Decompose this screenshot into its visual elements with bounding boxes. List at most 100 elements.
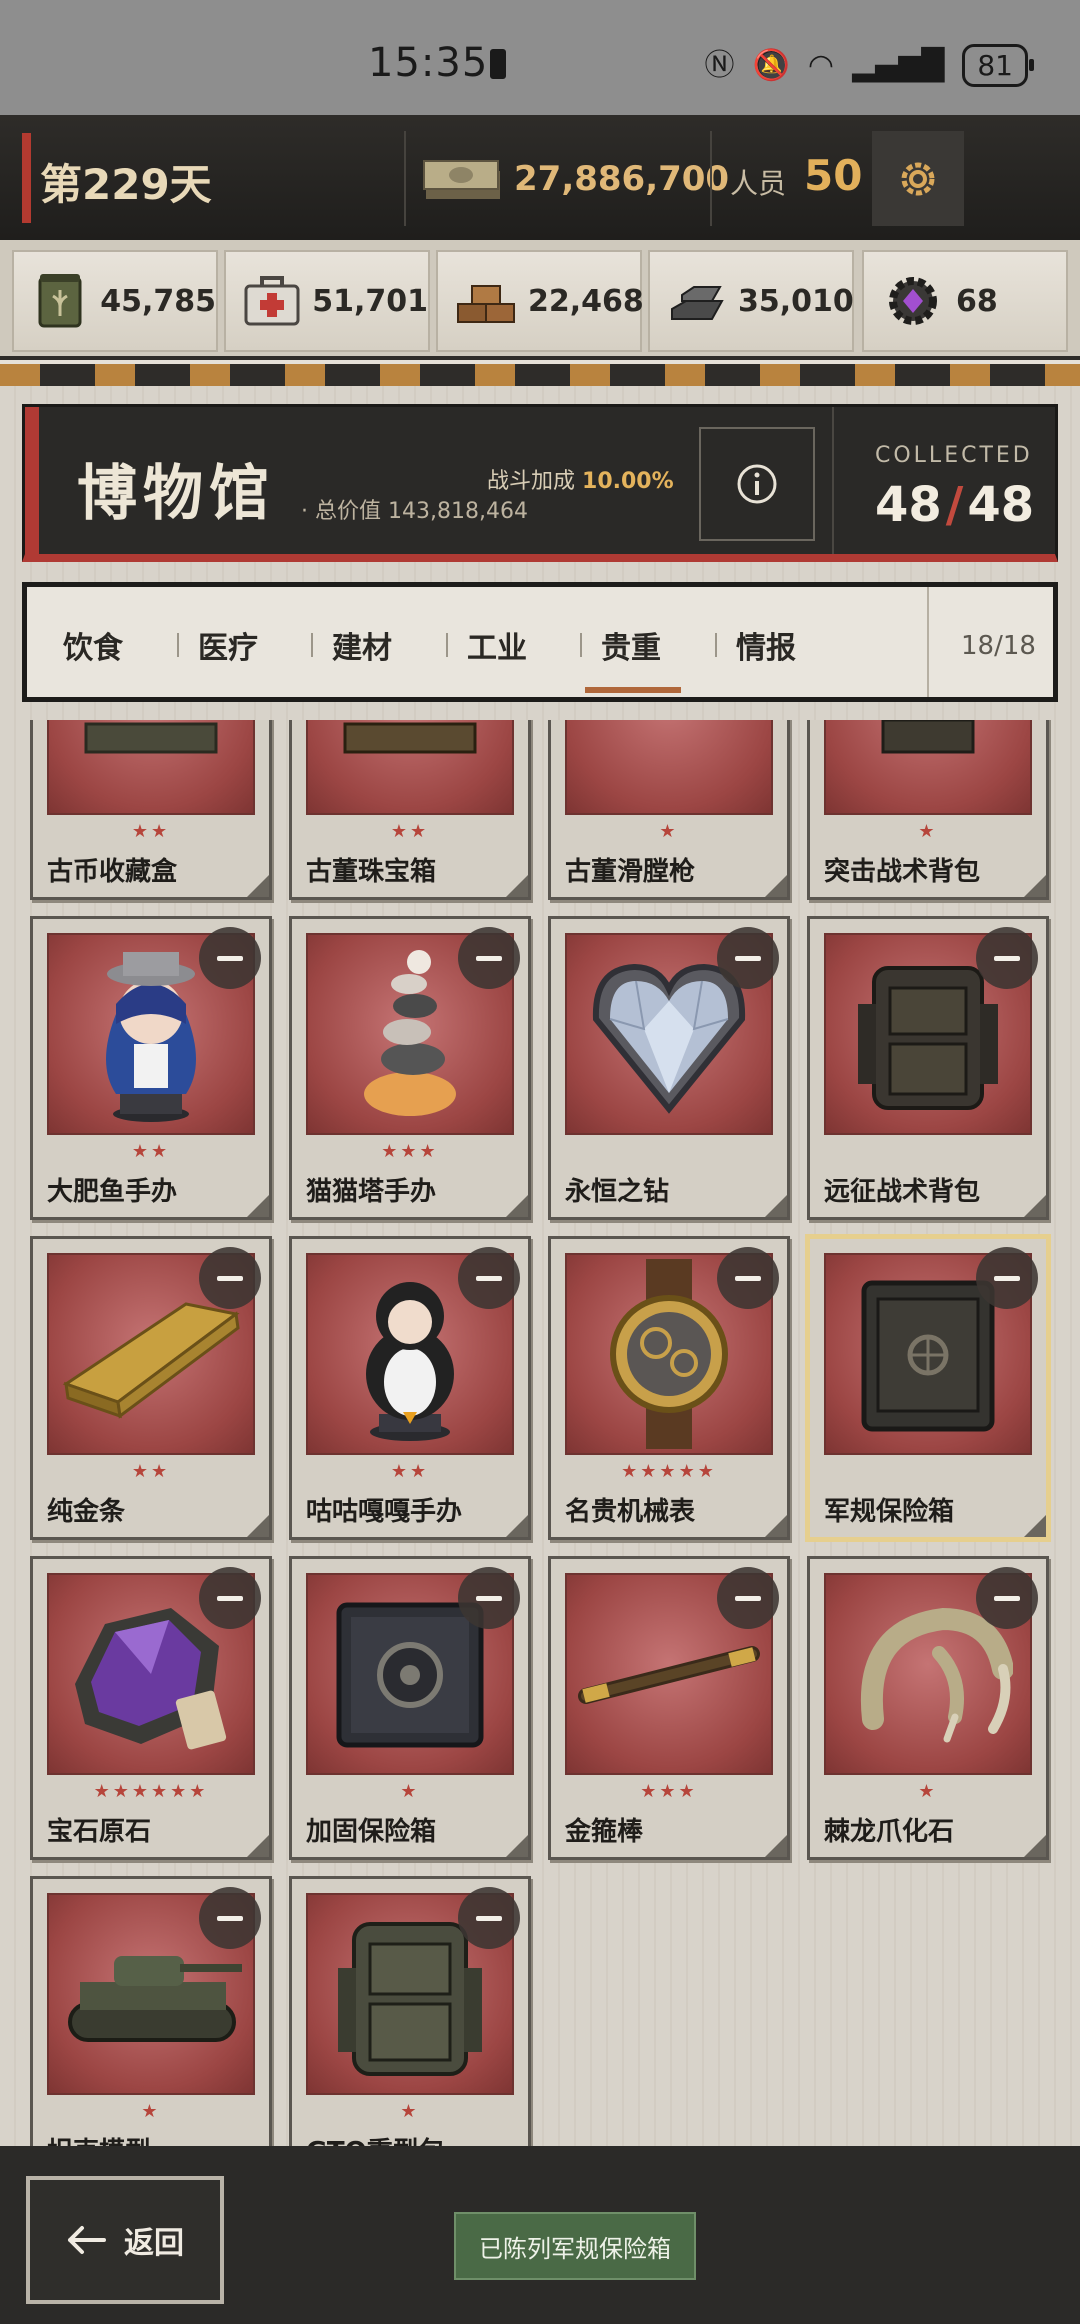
item-card[interactable]: ★★ 咕咕嘎嘎手办 — [289, 1236, 531, 1540]
item-card[interactable]: ★★★★★★ 宝石原石 — [30, 1556, 272, 1860]
rarity-stars: ★★ — [390, 1461, 430, 1482]
card-corner — [765, 875, 787, 897]
remove-button[interactable] — [458, 1887, 520, 1949]
item-name: 永恒之钻 — [565, 1177, 670, 1207]
info-button[interactable] — [699, 427, 815, 541]
bottom-bar: 返回 已陈列军规保险箱 — [0, 2146, 1080, 2324]
item-name: 大肥鱼手办 — [47, 1177, 178, 1207]
item-card[interactable]: 永恒之钻 — [548, 916, 790, 1220]
remove-button[interactable] — [717, 1567, 779, 1629]
remove-button[interactable] — [199, 1567, 261, 1629]
rarity-stars: ★★★★★ — [621, 1461, 717, 1482]
card-corner — [1024, 1835, 1046, 1857]
item-name: 加固保险箱 — [306, 1817, 437, 1847]
item-name: GTO重型包 — [306, 2131, 445, 2146]
resource-food: 45,785 — [12, 250, 218, 352]
tab-count: 18/18 — [961, 631, 1036, 661]
item-card[interactable]: ★ 棘龙爪化石 — [807, 1556, 1049, 1860]
toast-message: 已陈列军规保险箱 — [454, 2212, 696, 2280]
remove-button[interactable] — [717, 927, 779, 989]
item-card[interactable]: ★★★ 猫猫塔手办 — [289, 916, 531, 1220]
status-bar: 15:35 Ⓝ 🔕 ◠ ▂▄▆█ 81 — [0, 0, 1080, 115]
tab-food[interactable]: 饮食 — [63, 623, 123, 667]
item-name: 猫猫塔手办 — [306, 1177, 437, 1207]
item-name: 古董滑膛枪 — [565, 857, 696, 887]
back-label: 返回 — [124, 2226, 184, 2261]
item-card[interactable]: ★★ 大肥鱼手办 — [30, 916, 272, 1220]
divider — [177, 633, 179, 657]
tab-industry[interactable]: 工业 — [467, 623, 527, 667]
collected-current: 48 — [875, 477, 942, 533]
rarity-stars: ★ — [400, 1781, 420, 1802]
rarity-stars: ★ — [400, 2101, 420, 2122]
resource-value: 68 — [956, 283, 998, 319]
item-name: 突击战术背包 — [824, 857, 981, 887]
item-card[interactable]: ★★★ 金箍棒 — [548, 1556, 790, 1860]
item-card[interactable]: ★ 加固保险箱 — [289, 1556, 531, 1860]
item-name: 军规保险箱 — [824, 1497, 955, 1527]
remove-button[interactable] — [199, 927, 261, 989]
card-corner — [247, 1515, 269, 1537]
arrow-left-icon — [68, 2226, 106, 2254]
resource-valuables: 68 — [862, 250, 1068, 352]
status-time: 15:35 — [368, 40, 489, 86]
tab-medical[interactable]: 医疗 — [198, 623, 258, 667]
divider — [927, 587, 929, 697]
item-card[interactable]: 远征战术背包 — [807, 916, 1049, 1220]
gear-crystal-icon — [882, 270, 944, 332]
item-card[interactable]: ★ 突击战术背包 — [807, 720, 1049, 900]
rarity-stars: ★★ — [131, 821, 171, 842]
tab-building[interactable]: 建材 — [332, 623, 392, 667]
remove-button[interactable] — [458, 1567, 520, 1629]
remove-button[interactable] — [199, 1887, 261, 1949]
bricks-icon — [456, 270, 516, 332]
card-corner — [1024, 1195, 1046, 1217]
remove-button[interactable] — [717, 1247, 779, 1309]
remove-button[interactable] — [976, 927, 1038, 989]
remove-button[interactable] — [458, 1247, 520, 1309]
divider — [404, 131, 406, 226]
remove-button[interactable] — [199, 1247, 261, 1309]
item-name: 名贵机械表 — [565, 1497, 696, 1527]
card-corner — [765, 1835, 787, 1857]
item-name: 坦克模型 — [47, 2131, 151, 2146]
remove-button[interactable] — [976, 1567, 1038, 1629]
item-card[interactable]: ★ 古董滑膛枪 — [548, 720, 790, 900]
item-grid[interactable]: ★★ 古币收藏盒 ★★ 古董珠宝箱 ★ 古董滑膛枪 ★ 突击战术背包 ★★ 大肥… — [0, 720, 1080, 2146]
top-bar: 第229天 27,886,700 人员 50 — [0, 115, 1080, 240]
item-card[interactable]: ★ GTO重型包 — [289, 1876, 531, 2146]
item-card[interactable]: ★★ 纯金条 — [30, 1236, 272, 1540]
card-corner — [506, 875, 528, 897]
mute-icon: 🔕 — [752, 47, 790, 83]
tab-valuables[interactable]: 贵重 — [601, 623, 661, 667]
battery-indicator: 81 — [962, 44, 1034, 87]
remove-button[interactable] — [976, 1247, 1038, 1309]
item-card[interactable]: ★★ 古币收藏盒 — [30, 720, 272, 900]
rarity-stars: ★★ — [131, 1461, 171, 1482]
status-icons: Ⓝ 🔕 ◠ ▂▄▆█ 81 — [705, 44, 1034, 87]
header-accent — [25, 407, 39, 554]
item-card[interactable]: ★★ 古董珠宝箱 — [289, 720, 531, 900]
rarity-stars: ★ — [918, 1781, 938, 1802]
back-button[interactable]: 返回 — [26, 2176, 224, 2304]
item-card[interactable]: ★★★★★ 名贵机械表 — [548, 1236, 790, 1540]
tab-intel[interactable]: 情报 — [736, 623, 796, 667]
collected-total: 48 — [967, 477, 1035, 533]
slash: / — [945, 477, 964, 533]
remove-button[interactable] — [458, 927, 520, 989]
rarity-stars: ★ — [141, 2101, 161, 2122]
divider — [446, 633, 448, 657]
item-name: 金箍棒 — [565, 1817, 644, 1847]
bonus-value: 10.00% — [582, 469, 674, 494]
card-corner — [1024, 875, 1046, 897]
staff-label: 人员 — [730, 167, 787, 200]
collected-count: 48/48 — [875, 477, 1034, 533]
page-title: 博物馆 — [77, 459, 275, 529]
signal-icon: ▂▄▆█ — [852, 47, 945, 83]
item-card-selected[interactable]: 军规保险箱 — [807, 1236, 1049, 1540]
jewel-box-art — [306, 720, 514, 815]
settings-button[interactable] — [872, 131, 964, 226]
item-card[interactable]: ★ 坦克模型 — [30, 1876, 272, 2146]
resource-value: 22,468 — [528, 283, 644, 319]
item-name: 棘龙爪化石 — [824, 1817, 955, 1847]
